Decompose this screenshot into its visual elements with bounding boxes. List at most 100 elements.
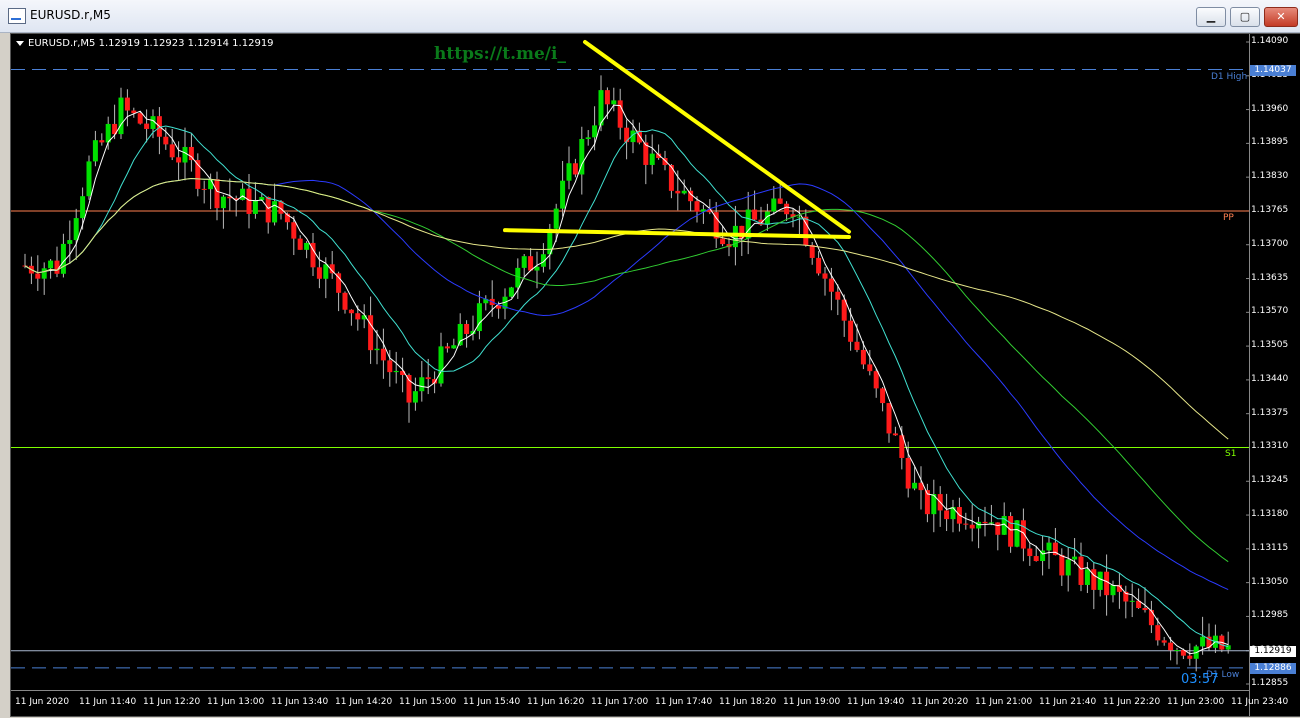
title-bar[interactable]: EURUSD.r,M5 ▁ ▢ ✕ <box>0 0 1300 33</box>
time-tick-label: 11 Jun 14:20 <box>335 697 393 707</box>
candle-body <box>169 144 175 158</box>
ma-cyan-line <box>24 125 1229 648</box>
candle-body <box>572 163 578 175</box>
candle-body <box>80 196 86 219</box>
price-tick-label: 1.13830 <box>1251 171 1289 182</box>
candle-body <box>35 273 41 279</box>
candle-body <box>342 292 348 310</box>
price-tick-label: 1.13895 <box>1251 137 1289 148</box>
candle-body <box>240 188 246 200</box>
candle-body <box>1027 548 1033 557</box>
candle-body <box>1059 555 1065 576</box>
time-tick-label: 11 Jun 12:20 <box>143 697 201 707</box>
terminal-window: EURUSD.r,M5 ▁ ▢ ✕ EURUSD.r,M5 1.12919 1.… <box>0 0 1300 718</box>
candle-body <box>1008 516 1014 547</box>
price-tick-label: 1.13765 <box>1251 204 1289 215</box>
candle-body <box>1084 569 1090 585</box>
d1-high-label: D1 High <box>1211 71 1248 82</box>
candle-body <box>752 209 758 220</box>
candle-body <box>220 196 226 209</box>
time-tick-label: 11 Jun 13:00 <box>207 697 265 707</box>
d1-low-price-box: 1.12886 <box>1250 662 1296 674</box>
candle-body <box>944 510 950 520</box>
candle-body <box>1142 608 1148 611</box>
candle-body <box>1168 642 1174 651</box>
price-chart[interactable]: EURUSD.r,M5 1.12919 1.12923 1.12914 1.12… <box>10 33 1300 717</box>
candle-body <box>41 268 47 279</box>
candle-body <box>444 346 450 349</box>
time-tick-label: 11 Jun 17:00 <box>591 697 649 707</box>
price-tick-label: 1.13960 <box>1251 103 1289 114</box>
candle-body <box>969 524 975 529</box>
candle-body <box>592 125 598 138</box>
price-tick-label: 1.13375 <box>1251 407 1289 418</box>
candle-body <box>1187 655 1193 659</box>
candle-body <box>118 97 124 135</box>
candle-body <box>265 196 271 223</box>
chart-plot-area[interactable] <box>11 34 1249 690</box>
chart-window-icon <box>8 8 26 24</box>
candle-body <box>886 403 892 434</box>
candle-timer: 03:57 <box>1181 672 1219 687</box>
candle-body <box>1020 520 1026 549</box>
candle-body <box>566 163 572 181</box>
candle-body <box>252 200 258 214</box>
s1-label: S1 <box>1225 449 1237 460</box>
d1-high-price-box: 1.14037 <box>1250 64 1296 76</box>
candle-body <box>464 323 470 334</box>
time-tick-label: 11 Jun 15:00 <box>399 697 457 707</box>
current-price-box: 1.12919 <box>1250 645 1296 657</box>
candle-body <box>553 208 559 229</box>
time-axis-line <box>11 690 1249 691</box>
candle-body <box>508 287 514 297</box>
window-title: EURUSD.r,M5 <box>30 8 111 22</box>
watermark-link: https://t.me/i_ <box>434 44 566 64</box>
close-button[interactable]: ✕ <box>1264 7 1298 27</box>
price-tick-label: 1.13180 <box>1251 509 1289 520</box>
candle-body <box>963 523 969 525</box>
time-tick-label: 11 Jun 19:00 <box>783 697 841 707</box>
price-tick-label: 1.13700 <box>1251 238 1289 249</box>
candle-body <box>995 522 1001 535</box>
candle-body <box>912 482 918 489</box>
price-tick-label: 1.12985 <box>1251 610 1289 621</box>
candle-body <box>822 273 828 279</box>
candle-body <box>1078 556 1084 585</box>
candle-body <box>1174 650 1180 652</box>
candle-body <box>720 238 726 245</box>
candle-body <box>796 216 802 218</box>
price-tick-label: 1.13115 <box>1251 542 1289 553</box>
candle-body <box>48 260 54 269</box>
price-tick-label: 1.13570 <box>1251 306 1289 317</box>
candle-body <box>374 348 380 351</box>
dropdown-triangle-icon[interactable] <box>16 40 24 46</box>
maximize-button[interactable]: ▢ <box>1230 7 1260 27</box>
symbol-info: EURUSD.r,M5 1.12919 1.12923 1.12914 1.12… <box>16 38 274 49</box>
candle-body <box>214 179 220 209</box>
time-tick-label: 11 Jun 11:40 <box>79 697 137 707</box>
candle-body <box>649 153 655 165</box>
candle-body <box>1129 600 1135 602</box>
candle-body <box>873 371 879 389</box>
candle-body <box>694 201 700 212</box>
candle-body <box>60 243 66 274</box>
candle-body <box>809 245 815 258</box>
candle-body <box>246 188 252 214</box>
time-tick-label: 11 Jun 21:40 <box>1039 697 1097 707</box>
time-tick-label: 11 Jun 18:20 <box>719 697 777 707</box>
candle-body <box>1110 584 1116 596</box>
time-tick-label: 11 Jun 20:20 <box>911 697 969 707</box>
candle-body <box>681 190 687 194</box>
candle-body <box>1065 559 1071 576</box>
time-tick-label: 11 Jun 17:40 <box>655 697 713 707</box>
candle-body <box>272 201 278 223</box>
candle-body <box>617 100 623 128</box>
price-tick-label: 1.13050 <box>1251 576 1289 587</box>
candle-body <box>406 375 412 403</box>
candle-body <box>604 90 610 105</box>
candle-body <box>1161 640 1167 643</box>
candle-body <box>982 521 988 524</box>
candle-body <box>860 349 866 365</box>
minimize-button[interactable]: ▁ <box>1196 7 1226 27</box>
candle-body <box>176 157 182 163</box>
